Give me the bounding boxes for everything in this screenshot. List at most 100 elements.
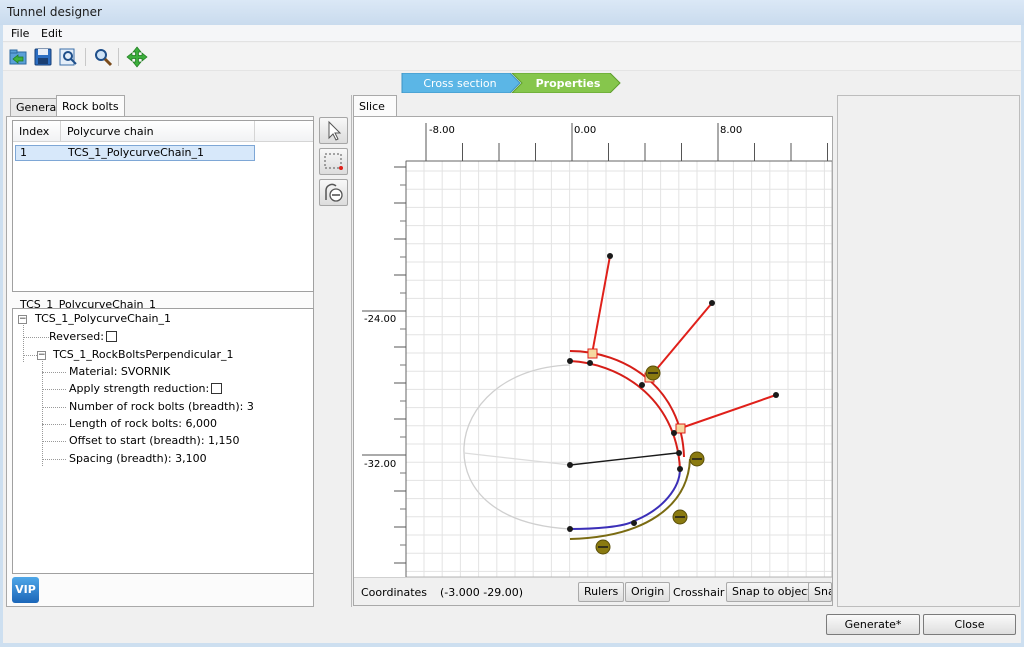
prop-count[interactable]: Number of rock bolts (breadth): 3 bbox=[69, 400, 254, 414]
ruler-x-label: 8.00 bbox=[720, 125, 742, 136]
origin-button[interactable]: Origin bbox=[625, 582, 671, 602]
vertex-point[interactable] bbox=[639, 382, 645, 388]
window-frame: Tunnel designer File Edit Cross section … bbox=[0, 0, 1024, 647]
left-tabbar: General Rock bolts bbox=[6, 95, 314, 117]
table-row[interactable]: 1 TCS_1_PolycurveChain_1 bbox=[15, 145, 255, 161]
vertex-point[interactable] bbox=[671, 430, 677, 436]
slice-tabbar: Slice bbox=[351, 95, 831, 117]
column-polycurve-chain[interactable]: Polycurve chain bbox=[61, 121, 255, 142]
wizard-step-properties[interactable]: Properties bbox=[511, 73, 621, 93]
tree-line bbox=[23, 325, 24, 362]
client-area: File Edit Cross section Properties Gener… bbox=[3, 25, 1021, 643]
prop-length[interactable]: Length of rock bolts: 6,000 bbox=[69, 417, 217, 431]
window-title: Tunnel designer bbox=[7, 5, 102, 19]
menu-bar: File Edit bbox=[3, 25, 1021, 42]
slice-status-bar: Coordinates (-3.000 -29.00) Rulers Origi… bbox=[354, 577, 832, 605]
tab-rock-bolts[interactable]: Rock bolts bbox=[56, 95, 125, 117]
prop-spacing[interactable]: Spacing (breadth): 3,100 bbox=[69, 452, 207, 466]
tree-line bbox=[42, 441, 66, 442]
vertex-point[interactable] bbox=[607, 253, 613, 259]
tree-line bbox=[42, 389, 66, 390]
ruler-y-label: -32.00 bbox=[364, 459, 396, 470]
column-index[interactable]: Index bbox=[13, 121, 61, 142]
strength-checkbox[interactable] bbox=[211, 383, 223, 394]
slice-panel: -8.00 0.00 8.00 -24.00 -32.00 Coordinate… bbox=[353, 116, 833, 606]
hinge-marker[interactable] bbox=[672, 509, 688, 525]
row-index: 1 bbox=[20, 146, 27, 159]
print-preview-button[interactable] bbox=[57, 46, 79, 68]
drawing-tools bbox=[319, 117, 349, 207]
generate-button[interactable]: Generate* bbox=[826, 614, 920, 635]
tree-line bbox=[42, 459, 66, 460]
vertex-point[interactable] bbox=[631, 520, 637, 526]
remove-circle-icon bbox=[325, 183, 343, 202]
slice-canvas[interactable]: -8.00 0.00 8.00 -24.00 -32.00 bbox=[354, 117, 832, 577]
reversed-checkbox[interactable] bbox=[105, 331, 117, 342]
rectangle-select-icon bbox=[324, 153, 343, 170]
tree-reversed: Reversed: bbox=[49, 330, 117, 344]
remove-bolt-button[interactable] bbox=[319, 179, 348, 206]
coordinates-value: (-3.000 -29.00) bbox=[440, 586, 523, 599]
ruler-y-label: -24.00 bbox=[364, 314, 396, 325]
tree-line bbox=[42, 372, 66, 373]
vertex-point[interactable] bbox=[709, 300, 715, 306]
vertex-point[interactable] bbox=[773, 392, 779, 398]
bolt-head[interactable] bbox=[587, 348, 598, 359]
reversed-label: Reversed: bbox=[49, 330, 104, 343]
snap-more-button[interactable]: Sna bbox=[808, 582, 832, 602]
right-panel bbox=[837, 95, 1020, 607]
menu-file[interactable]: File bbox=[7, 26, 33, 41]
prop-offset[interactable]: Offset to start (breadth): 1,150 bbox=[69, 434, 240, 448]
bolt-head[interactable] bbox=[675, 423, 686, 434]
snap-to-object-button[interactable]: Snap to object bbox=[726, 582, 818, 602]
vip-badge[interactable]: VIP bbox=[12, 577, 39, 603]
zoom-icon bbox=[95, 49, 113, 67]
coordinates-label: Coordinates bbox=[361, 586, 428, 599]
vertex-point[interactable] bbox=[587, 360, 593, 366]
toolbar bbox=[3, 43, 1021, 71]
hinge-marker[interactable] bbox=[645, 365, 661, 381]
import-button[interactable] bbox=[7, 46, 29, 68]
table-header: Index Polycurve chain bbox=[13, 121, 313, 142]
select-tool-button[interactable] bbox=[319, 117, 348, 144]
plot-area bbox=[406, 161, 832, 577]
vertex-point[interactable] bbox=[567, 358, 573, 364]
collapse-icon[interactable]: − bbox=[18, 315, 27, 324]
rectangle-select-button[interactable] bbox=[319, 148, 348, 175]
collapse-icon[interactable]: − bbox=[37, 351, 46, 360]
wizard-step-cross-section[interactable]: Cross section bbox=[401, 73, 521, 93]
move-icon bbox=[126, 46, 148, 68]
tree-line bbox=[42, 361, 43, 466]
rulers-button[interactable]: Rulers bbox=[578, 582, 625, 602]
wizard-step-label: Properties bbox=[536, 77, 601, 90]
ruler-x-label: -8.00 bbox=[429, 125, 455, 136]
move-button[interactable] bbox=[126, 46, 148, 68]
save-button[interactable] bbox=[32, 46, 54, 68]
ruler-x-label: 0.00 bbox=[574, 125, 596, 136]
prop-material[interactable]: Material: SVORNIK bbox=[69, 365, 170, 379]
zoom-button[interactable] bbox=[92, 46, 114, 68]
tree-rock-bolts[interactable]: TCS_1_RockBoltsPerpendicular_1 bbox=[53, 348, 234, 362]
tree-line bbox=[42, 424, 66, 425]
crosshair-toggle[interactable]: Crosshair bbox=[673, 586, 724, 599]
vertex-point[interactable] bbox=[567, 526, 573, 532]
properties-tree: − TCS_1_PolycurveChain_1 Reversed: − TCS… bbox=[12, 308, 314, 574]
menu-edit[interactable]: Edit bbox=[37, 26, 66, 41]
close-button[interactable]: Close bbox=[923, 614, 1016, 635]
panel-splitter[interactable] bbox=[351, 95, 352, 607]
hinge-marker[interactable] bbox=[689, 451, 705, 467]
hinge-marker[interactable] bbox=[595, 539, 611, 555]
tab-slice[interactable]: Slice bbox=[353, 95, 397, 117]
wizard-step-label: Cross section bbox=[423, 77, 496, 90]
prop-strength: Apply strength reduction: bbox=[69, 382, 223, 396]
title-bar: Tunnel designer bbox=[0, 0, 1024, 25]
import-icon bbox=[9, 49, 27, 65]
vertex-point[interactable] bbox=[677, 466, 683, 472]
vertex-point[interactable] bbox=[567, 462, 573, 468]
tree-line bbox=[23, 337, 49, 338]
toolbar-separator bbox=[118, 48, 119, 66]
row-chain: TCS_1_PolycurveChain_1 bbox=[68, 146, 205, 159]
tree-root[interactable]: TCS_1_PolycurveChain_1 bbox=[35, 312, 171, 326]
vertex-point[interactable] bbox=[676, 450, 682, 456]
save-icon bbox=[34, 48, 52, 66]
